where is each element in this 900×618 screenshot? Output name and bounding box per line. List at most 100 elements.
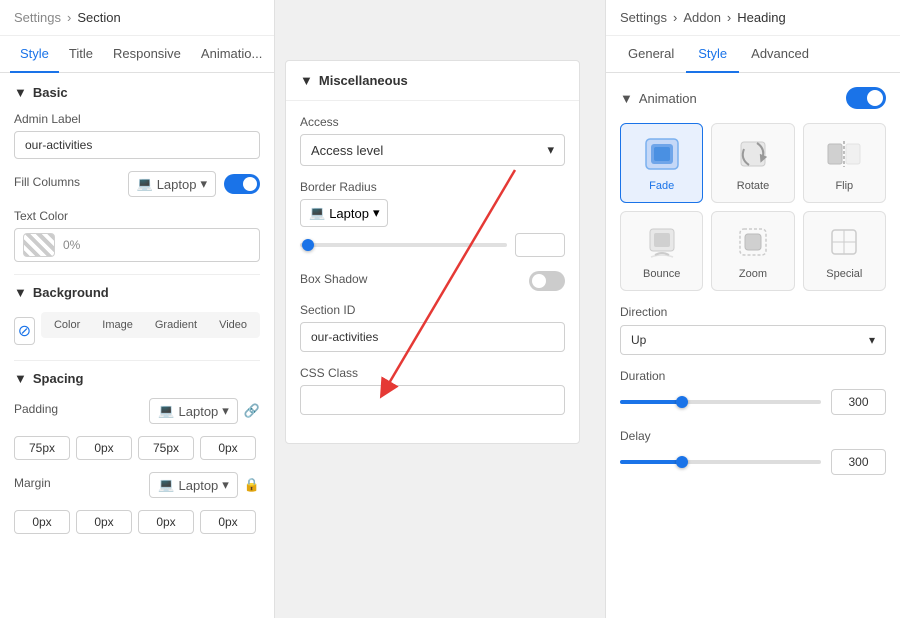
bounce-icon — [638, 222, 686, 262]
padding-label: Padding — [14, 402, 58, 416]
right-bc-heading: Heading — [737, 10, 785, 25]
radius-row — [300, 233, 565, 257]
zoom-icon — [729, 222, 777, 262]
admin-label-input[interactable] — [14, 131, 260, 159]
basic-arrow: ▼ — [14, 85, 27, 100]
zoom-label: Zoom — [739, 268, 767, 280]
tab-responsive[interactable]: Responsive — [103, 36, 191, 73]
breadcrumb-section: Section — [77, 10, 120, 25]
bg-tab-color[interactable]: Color — [44, 315, 90, 335]
padding-right[interactable] — [76, 436, 132, 460]
right-bc-sep1: › — [673, 10, 677, 25]
breadcrumb-settings[interactable]: Settings — [14, 10, 61, 25]
background-section-header[interactable]: ▼ Background — [14, 285, 260, 300]
text-color-field: Text Color 0% — [14, 209, 260, 262]
special-icon — [820, 222, 868, 262]
margin-header-row: Margin 💻 Laptop ▾ 🔒 — [14, 472, 260, 498]
text-color-value: 0% — [63, 238, 80, 252]
tab-animation[interactable]: Animatio... — [191, 36, 272, 73]
spacing-section-header[interactable]: ▼ Spacing — [14, 371, 260, 386]
anim-card-bounce[interactable]: Bounce — [620, 211, 703, 291]
bg-none-btn[interactable]: ⊘ — [14, 317, 35, 345]
box-shadow-toggle[interactable] — [529, 271, 565, 291]
mid-panel: ▼ Miscellaneous Access Access level ▾ Bo… — [285, 60, 580, 444]
css-class-label: CSS Class — [300, 366, 565, 380]
fill-columns-toggle[interactable] — [224, 174, 260, 194]
laptop-icon3: 💻 — [158, 477, 174, 493]
css-class-input[interactable] — [300, 385, 565, 415]
mid-arrow: ▼ — [300, 73, 313, 88]
flip-label: Flip — [835, 180, 853, 192]
radius-slider[interactable] — [300, 243, 507, 247]
laptop-icon: 💻 — [137, 176, 153, 192]
access-chevron: ▾ — [547, 142, 554, 158]
color-preview[interactable] — [23, 233, 55, 257]
margin-top[interactable] — [14, 510, 70, 534]
right-tab-advanced[interactable]: Advanced — [739, 36, 821, 73]
padding-bottom[interactable] — [138, 436, 194, 460]
bg-tab-video[interactable]: Video — [209, 315, 257, 335]
bg-tab-image[interactable]: Image — [92, 315, 143, 335]
delay-field: Delay — [620, 429, 886, 475]
right-bc-settings[interactable]: Settings — [620, 10, 667, 25]
tab-style[interactable]: Style — [10, 36, 59, 73]
radius-thumb[interactable] — [302, 239, 314, 251]
bg-tab-gradient[interactable]: Gradient — [145, 315, 207, 335]
spacing-label: Spacing — [33, 371, 84, 386]
anim-card-zoom[interactable]: Zoom — [711, 211, 794, 291]
special-label: Special — [826, 268, 862, 280]
anim-card-flip[interactable]: Flip — [803, 123, 886, 203]
box-shadow-row: Box Shadow — [300, 271, 565, 291]
padding-left[interactable] — [200, 436, 256, 460]
fill-columns-device[interactable]: 💻 Laptop ▾ — [128, 171, 216, 197]
padding-device[interactable]: 💻 Laptop ▾ — [149, 398, 237, 424]
rotate-icon — [729, 134, 777, 174]
radius-input[interactable] — [515, 233, 565, 257]
anim-card-fade[interactable]: Fade — [620, 123, 703, 203]
padding-top[interactable] — [14, 436, 70, 460]
right-bc-addon[interactable]: Addon — [683, 10, 721, 25]
spacing-arrow: ▼ — [14, 371, 27, 386]
link-icon[interactable]: 🔗 — [244, 403, 260, 419]
br-chevron: ▾ — [373, 205, 380, 221]
section-id-label: Section ID — [300, 303, 565, 317]
fill-columns-label: Fill Columns — [14, 175, 80, 189]
tab-title[interactable]: Title — [59, 36, 103, 73]
direction-chevron: ▾ — [869, 333, 875, 347]
laptop-icon4: 💻 — [309, 205, 325, 221]
mid-section-header[interactable]: ▼ Miscellaneous — [286, 61, 579, 101]
animation-toggle[interactable] — [846, 87, 886, 109]
right-tab-general[interactable]: General — [616, 36, 686, 73]
anim-card-special[interactable]: Special — [803, 211, 886, 291]
animation-arrow: ▼ — [620, 91, 633, 106]
direction-label: Direction — [620, 305, 886, 319]
margin-bottom[interactable] — [138, 510, 194, 534]
chevron-icon: ▾ — [200, 176, 207, 192]
direction-field: Direction Up ▾ — [620, 305, 886, 355]
chevron2: ▾ — [222, 403, 229, 419]
fade-icon — [638, 134, 686, 174]
section-id-input[interactable] — [300, 322, 565, 352]
mid-title: Miscellaneous — [319, 73, 408, 88]
duration-slider[interactable] — [620, 400, 821, 404]
duration-thumb[interactable] — [676, 396, 688, 408]
margin-right[interactable] — [76, 510, 132, 534]
margin-left[interactable] — [200, 510, 256, 534]
mid-content: Access Access level ▾ Border Radius 💻 La… — [286, 101, 579, 443]
direction-select[interactable]: Up ▾ — [620, 325, 886, 355]
anim-card-rotate[interactable]: Rotate — [711, 123, 794, 203]
access-select[interactable]: Access level ▾ — [300, 134, 565, 166]
duration-label: Duration — [620, 369, 886, 383]
animation-text: Animation — [639, 91, 697, 106]
delay-thumb[interactable] — [676, 456, 688, 468]
delay-slider[interactable] — [620, 460, 821, 464]
duration-input[interactable] — [831, 389, 886, 415]
border-radius-device[interactable]: 💻 Laptop ▾ — [300, 199, 388, 227]
link-icon2[interactable]: 🔒 — [244, 477, 260, 493]
right-bc-sep2: › — [727, 10, 731, 25]
margin-device[interactable]: 💻 Laptop ▾ — [149, 472, 237, 498]
basic-section-header[interactable]: ▼ Basic — [14, 85, 260, 100]
text-color-row[interactable]: 0% — [14, 228, 260, 262]
delay-input[interactable] — [831, 449, 886, 475]
right-tab-style[interactable]: Style — [686, 36, 739, 73]
